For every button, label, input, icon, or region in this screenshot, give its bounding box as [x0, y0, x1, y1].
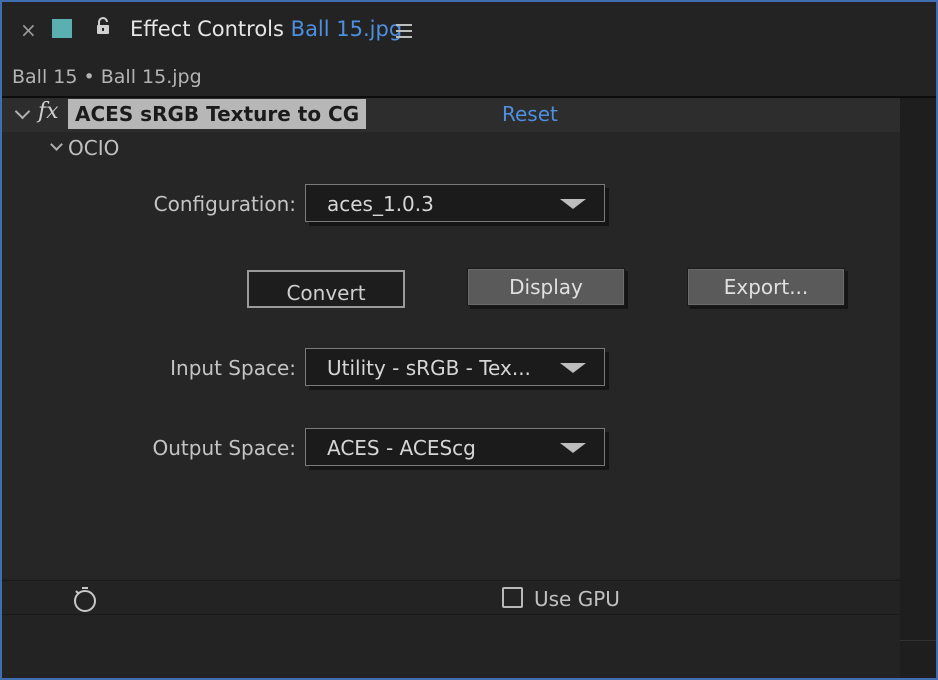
convert-button[interactable]: Convert [247, 270, 405, 308]
effect-name[interactable]: ACES sRGB Texture to CG [68, 99, 367, 129]
footer-row [2, 581, 900, 614]
dropdown-arrow-icon [560, 363, 586, 373]
use-gpu-label: Use GPU [534, 587, 620, 611]
label-color-swatch[interactable] [52, 19, 72, 38]
export-button[interactable]: Export... [687, 268, 845, 306]
close-panel-button[interactable]: × [20, 18, 37, 42]
fx-toggle-icon[interactable]: fx [38, 99, 59, 124]
configuration-value: aces_1.0.3 [327, 192, 434, 216]
input-space-dropdown[interactable]: Utility - sRGB - Tex... [305, 348, 605, 386]
footer-divider [2, 614, 900, 615]
stopwatch-icon[interactable] [72, 585, 98, 613]
gutter-divider [900, 640, 936, 641]
lock-icon[interactable] [95, 17, 111, 35]
panel-title-file[interactable]: Ball 15.jpg [291, 17, 403, 41]
layer-breadcrumb: Ball 15 • Ball 15.jpg [12, 66, 202, 88]
input-space-label: Input Space: [170, 356, 296, 380]
output-space-label: Output Space: [152, 436, 296, 460]
effect-content-area [2, 98, 900, 578]
reset-link[interactable]: Reset [502, 102, 558, 126]
output-space-dropdown[interactable]: ACES - ACEScg [305, 428, 605, 466]
output-space-value: ACES - ACEScg [327, 436, 476, 460]
dropdown-arrow-icon [560, 199, 586, 209]
configuration-label: Configuration: [153, 192, 296, 216]
timeline-gutter [900, 98, 936, 678]
display-button[interactable]: Display [467, 268, 625, 306]
panel-title-text: Effect Controls [130, 17, 284, 41]
input-space-value: Utility - sRGB - Tex... [327, 356, 531, 380]
panel-title: Effect Controls Ball 15.jpg [130, 17, 402, 41]
dropdown-arrow-icon [560, 443, 586, 453]
configuration-dropdown[interactable]: aces_1.0.3 [305, 184, 605, 222]
panel-menu-icon[interactable] [396, 24, 412, 38]
use-gpu-checkbox[interactable] [502, 587, 523, 608]
ocio-group-label[interactable]: OCIO [68, 136, 119, 160]
